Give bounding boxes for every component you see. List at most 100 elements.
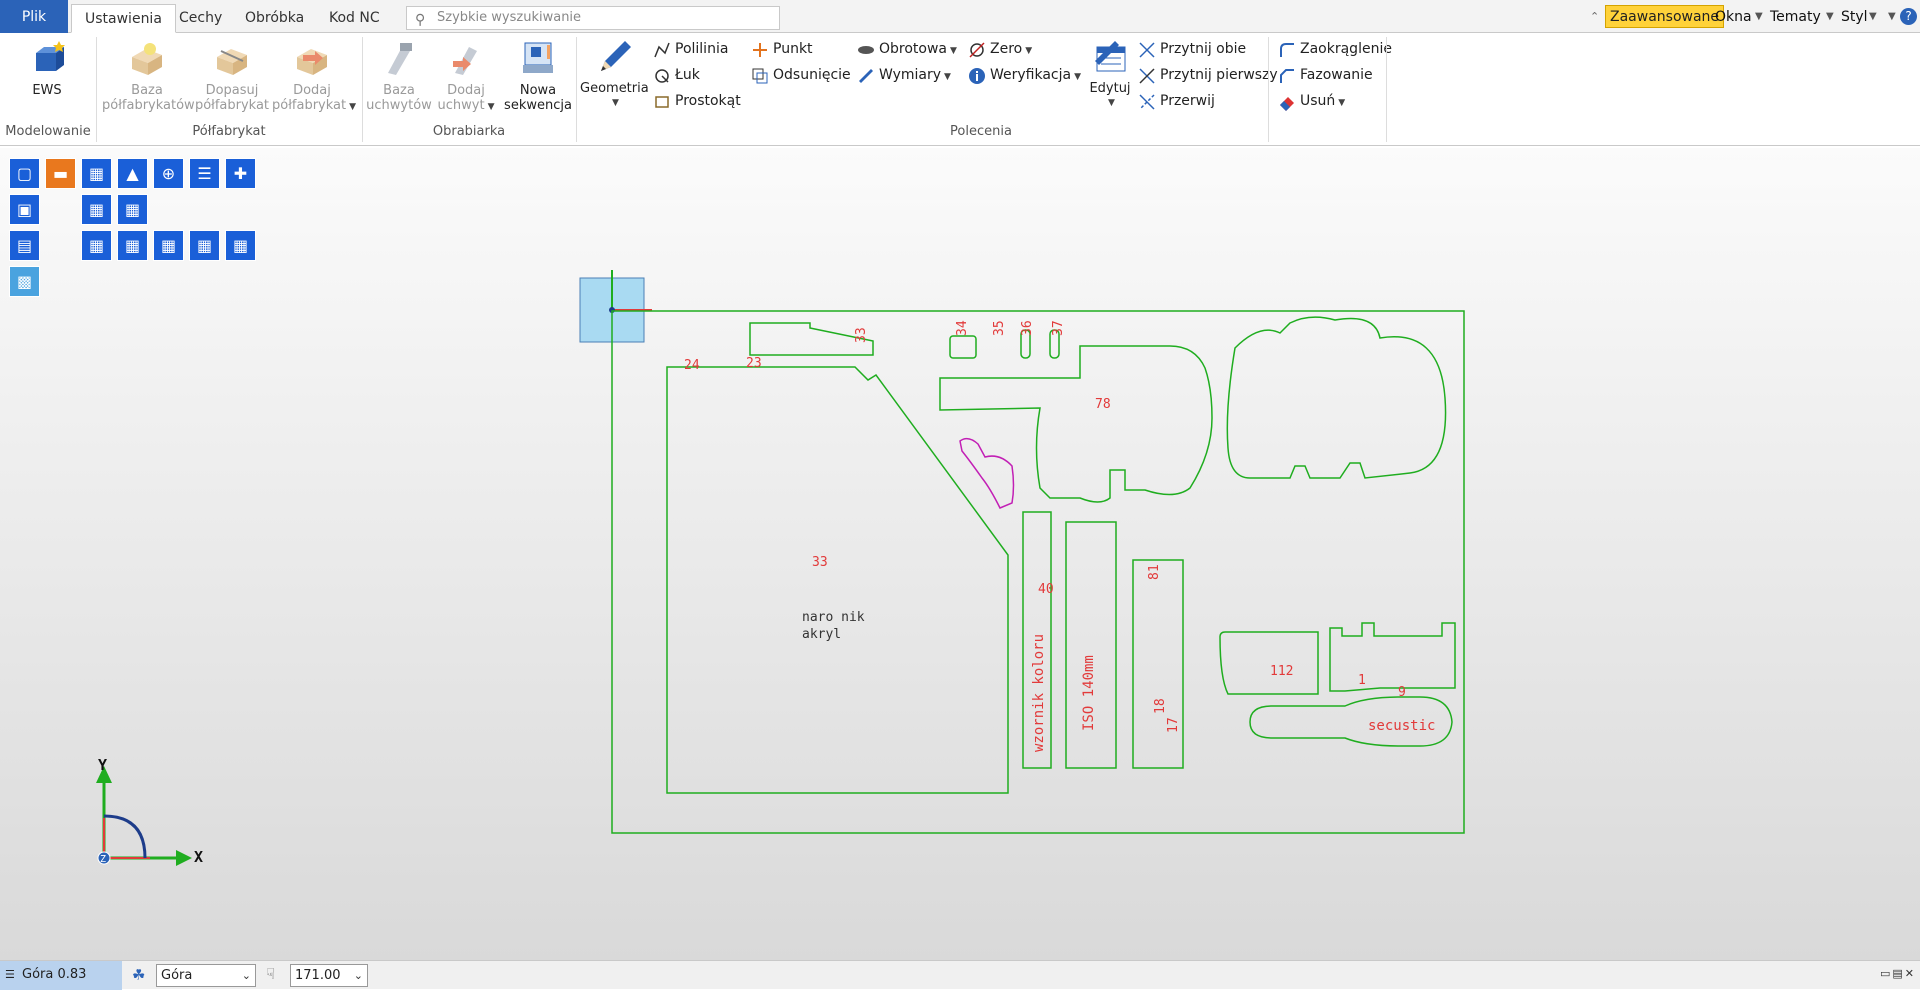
polyline-button[interactable]: Polilinia: [651, 38, 728, 60]
trim-both-label: Przytnij obie: [1160, 41, 1247, 57]
group-commands-label: Polecenia: [950, 124, 1012, 139]
windows-dropdown-icon[interactable]: ▼: [1755, 0, 1763, 33]
fixture-base-label-2: uchwytów: [366, 98, 432, 113]
tab-settings[interactable]: Ustawienia: [71, 4, 176, 33]
rectangle-icon: [655, 96, 669, 108]
new-sequence-button[interactable]: Nowa sekwencja: [502, 39, 574, 113]
view-status-label: Góra 0.83: [22, 967, 87, 982]
geometry-button[interactable]: Geometria ▼: [580, 37, 649, 111]
fixture-add-button[interactable]: Dodaj uchwyt ▼: [434, 39, 498, 115]
shape-78: [1226, 316, 1447, 479]
ews-icon: [36, 41, 65, 71]
stock-fit-button[interactable]: Dopasuj półfabrykat: [194, 39, 270, 113]
trim-first-button[interactable]: Przytnij pierwszy: [1136, 64, 1278, 86]
view-status[interactable]: ☰ Góra 0.83: [0, 961, 122, 990]
label-37: 37: [1051, 320, 1066, 336]
chamfer-button[interactable]: Fazowanie: [1276, 64, 1373, 86]
point-button[interactable]: Punkt: [749, 38, 813, 60]
label-35: 35: [992, 320, 1007, 336]
label-1: 1: [1358, 673, 1366, 688]
separator: [1386, 37, 1387, 142]
dimensions-button[interactable]: Wymiary ▼: [855, 64, 951, 86]
tab-machining[interactable]: Obróbka: [232, 4, 317, 33]
tab-nc-code[interactable]: Kod NC: [316, 4, 393, 33]
axis-z-label: Z: [100, 854, 106, 865]
verification-button[interactable]: Weryfikacja ▼: [966, 64, 1081, 86]
help-icon[interactable]: ?: [1900, 8, 1917, 25]
arc-label: Łuk: [675, 67, 700, 83]
group-machine-label: Obrabiarka: [432, 124, 506, 139]
search-icon: ⚲: [415, 12, 426, 28]
dropdown-arrow-icon: ▼: [1338, 98, 1346, 108]
geometry-label: Geometria: [580, 81, 649, 96]
dropdown-arrow-icon: ▼: [1108, 98, 1115, 108]
arc-button[interactable]: Łuk: [651, 64, 700, 86]
chamfer-label: Fazowanie: [1300, 67, 1373, 83]
stock-base-button[interactable]: Baza półfabrykatów: [102, 39, 195, 113]
polyline-label: Polilinia: [675, 41, 729, 57]
themes-menu[interactable]: Tematy: [1770, 0, 1821, 33]
trim-first-icon: [1139, 68, 1155, 84]
offset-label: Odsunięcie: [773, 67, 851, 83]
stock-add-button[interactable]: Dodaj półfabrykat ▼: [272, 39, 356, 115]
delete-button[interactable]: Usuń ▼: [1276, 90, 1345, 112]
ews-button[interactable]: EWS: [22, 39, 72, 98]
break-button[interactable]: Przerwij: [1136, 90, 1215, 112]
tab-features[interactable]: Cechy: [166, 4, 235, 33]
stock-base-label-1: Baza: [131, 83, 163, 98]
stock-base-label-2: półfabrykatów: [102, 98, 195, 113]
stock-fit-label-1: Dopasuj: [205, 83, 259, 98]
fillet-button[interactable]: Zaokrąglenie: [1276, 38, 1392, 60]
text-corner: naro nik: [802, 610, 865, 625]
quick-search-input[interactable]: ⚲ Szybkie wyszukiwanie: [406, 6, 780, 30]
zero-label: Zero: [990, 41, 1023, 57]
eraser-icon: [1280, 97, 1294, 111]
windows-menu[interactable]: Okna: [1715, 0, 1752, 33]
break-icon: [1139, 94, 1155, 110]
trim-both-button[interactable]: Przytnij obie: [1136, 38, 1246, 60]
style-menu[interactable]: Styl: [1841, 0, 1868, 33]
style-dropdown-icon[interactable]: ▼: [1869, 0, 1877, 33]
new-sequence-label-1: Nowa: [519, 83, 557, 98]
collapse-ribbon-icon[interactable]: ⌃: [1590, 0, 1599, 33]
delete-label: Usuń: [1300, 93, 1336, 109]
pencil-icon: [601, 41, 631, 71]
window-controls-icon[interactable]: ▭▤✕: [1880, 967, 1916, 980]
rotary-button[interactable]: Obrotowa ▼: [855, 38, 957, 60]
label-36: 36: [1020, 320, 1035, 336]
rotary-label: Obrotowa: [879, 41, 948, 57]
view-select-value: Góra: [161, 968, 193, 983]
label-33: 33: [812, 555, 828, 570]
cad-viewport[interactable]: ▢ ▬ ▦ ▲ ⊕ ☰ ✚ ▣ ▦ ▦ ▤ ▦ ▦ ▦ ▦ ▦ ▩ 33 24 …: [0, 148, 1920, 960]
zero-button[interactable]: Zero ▼: [966, 38, 1032, 60]
label-24: 24: [684, 358, 700, 373]
edit-button[interactable]: Edytuj ▼: [1085, 37, 1135, 111]
group-modeling-label: Modelowanie: [5, 124, 91, 139]
dropdown-arrow-icon: ▼: [950, 46, 957, 56]
shape-35: [939, 345, 1213, 503]
view-select[interactable]: Góra ⌄: [156, 964, 256, 987]
rectangle-button[interactable]: Prostokąt: [651, 90, 741, 112]
point-icon: [753, 43, 767, 57]
search-placeholder: Szybkie wyszukiwanie: [437, 10, 582, 25]
tab-file[interactable]: Plik: [0, 0, 68, 33]
stock-outline: [611, 310, 1465, 834]
dropdown-arrow-icon: ▼: [349, 102, 357, 112]
rotary-icon: [858, 46, 874, 54]
clamp-add-icon: [453, 47, 477, 75]
depth-select[interactable]: 171.00 ⌄: [290, 964, 368, 987]
label-33-top: 33: [854, 327, 869, 343]
stock-fit-icon: [217, 49, 247, 75]
help-dropdown-icon[interactable]: ▼: [1888, 0, 1896, 33]
dropdown-arrow-icon: ▼: [487, 102, 495, 112]
advanced-mode-button[interactable]: Zaawansowane: [1605, 5, 1725, 28]
fixture-base-button[interactable]: Baza uchwytów: [366, 39, 432, 113]
fillet-label: Zaokrąglenie: [1300, 41, 1392, 57]
offset-button[interactable]: Odsunięcie: [749, 64, 851, 86]
themes-dropdown-icon[interactable]: ▼: [1826, 0, 1834, 33]
fixture-base-label-1: Baza: [383, 83, 415, 98]
tab-bar: Plik Ustawienia Cechy Obróbka Kod NC ⚲ S…: [0, 0, 1920, 33]
new-sequence-label-2: sekwencja: [504, 98, 572, 113]
clamp-icon: [388, 43, 412, 75]
label-23: 23: [746, 356, 762, 371]
